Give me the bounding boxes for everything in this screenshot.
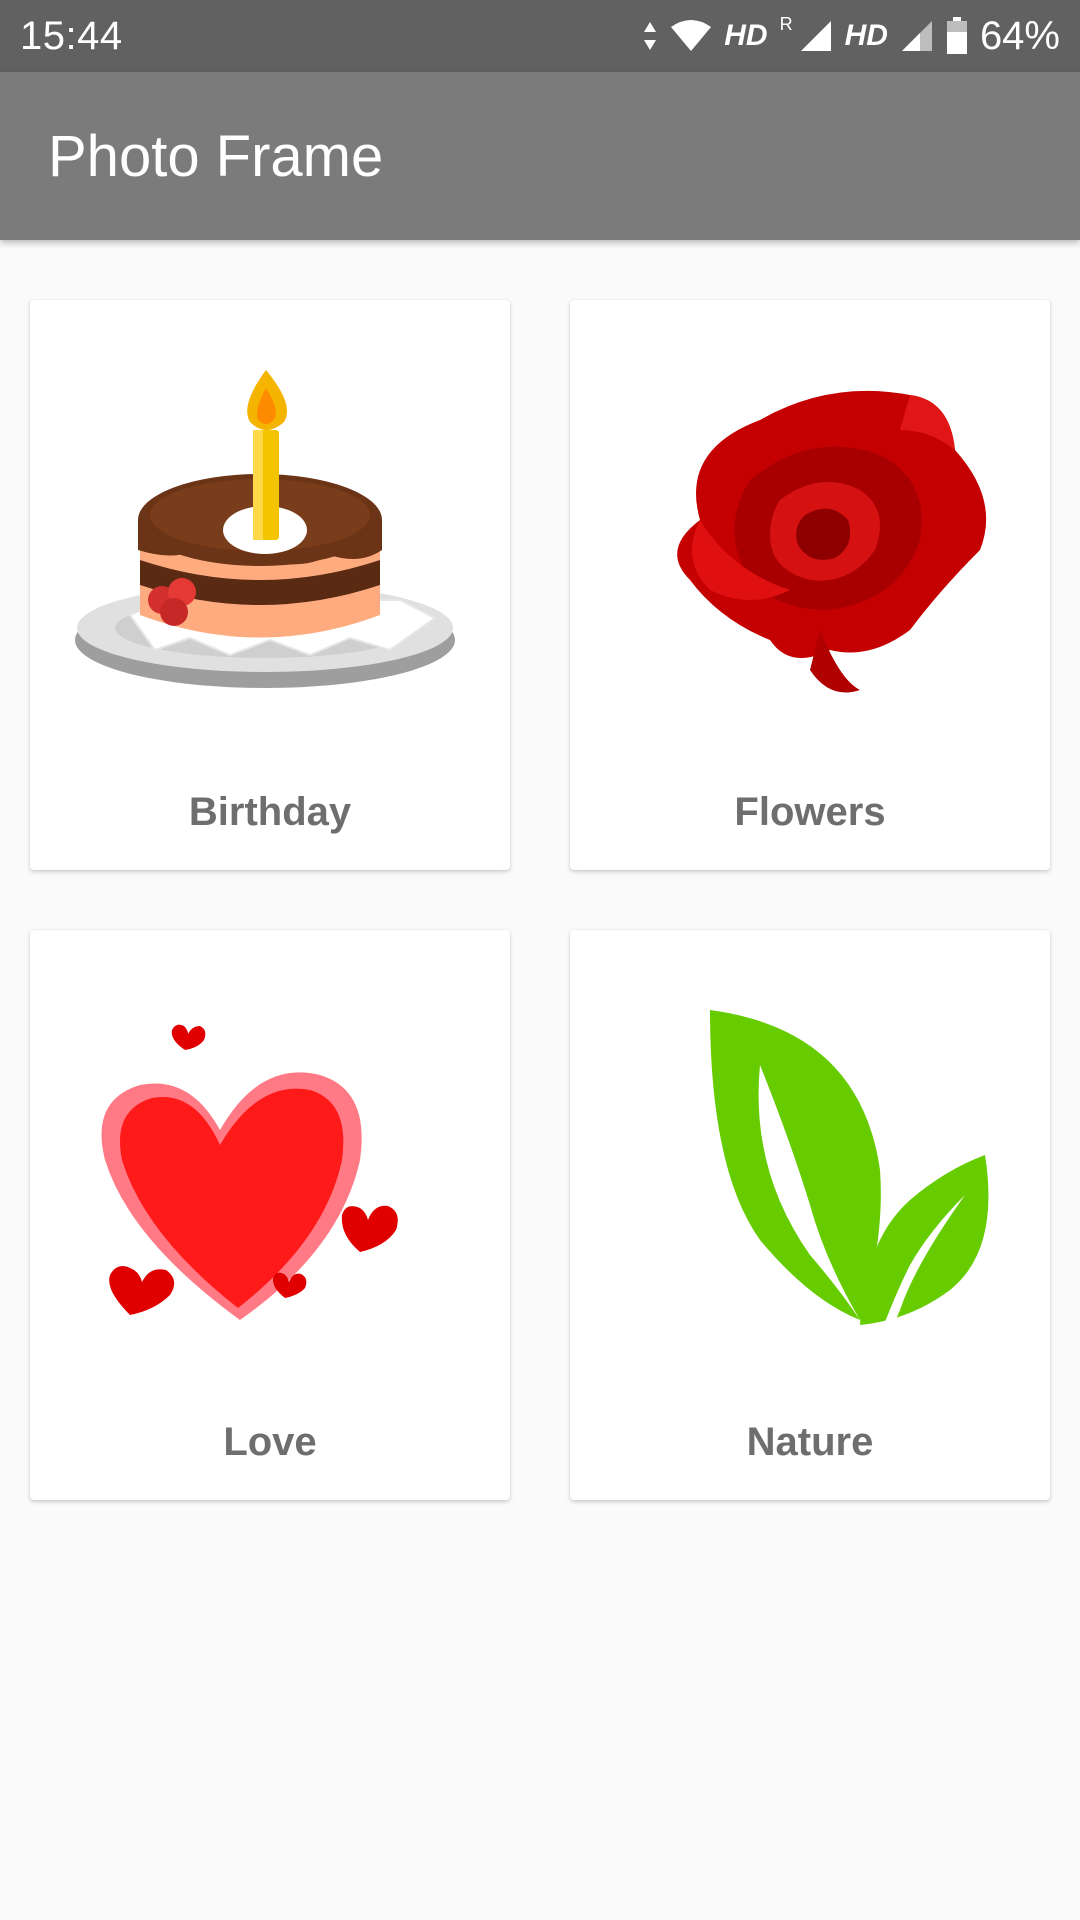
category-label: Love [223,1420,317,1464]
rose-icon [677,390,987,693]
category-label: Nature [746,1420,874,1464]
battery-percentage: 64% [979,13,1060,58]
app-title: Photo Frame [48,123,384,189]
wifi-icon [671,20,712,51]
category-card-birthday[interactable]: Birthday [30,300,510,870]
category-card-love[interactable]: Love [30,930,510,1500]
status-time: 15:44 [20,13,123,58]
category-label: Flowers [734,790,886,834]
roaming-indicator: R [779,13,793,34]
category-label: Birthday [188,790,352,834]
signal-icon [901,21,932,51]
battery-icon [946,17,967,54]
hearts-icon [101,1024,398,1320]
birthday-cake-icon [75,370,455,688]
leaves-icon [710,1010,989,1335]
status-icons: HD R HD 64% [642,14,1060,59]
signal-icon [800,21,831,51]
status-bar: 15:44 HD R HD 64% [0,0,1080,72]
data-arrows-icon [644,22,657,50]
category-card-nature[interactable]: Nature [570,930,1050,1500]
hd-indicator: HD [724,19,768,52]
app-bar: Photo Frame [0,72,1080,240]
hd-indicator-2: HD [844,19,888,52]
category-card-flowers[interactable]: Flowers [570,300,1050,870]
